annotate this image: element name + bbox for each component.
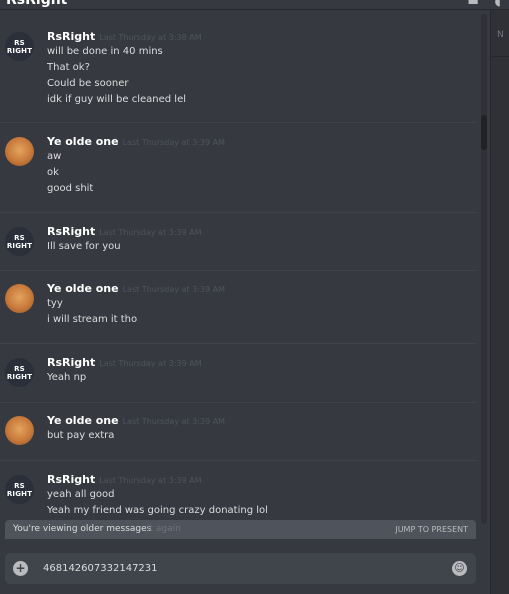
message-text: will be done in 40 mins <box>47 46 163 57</box>
message-text: tyy <box>47 298 63 309</box>
timestamp: Last Thursday at 3:39 AM <box>99 228 202 237</box>
message-group: RS RIGHT RsRight Last Thursday at 3:39 AM… <box>0 356 476 391</box>
author-name[interactable]: Ye olde one Last Thursday at 3:39 AM <box>47 414 225 428</box>
older-messages-text: You're viewing older messages <box>13 524 152 534</box>
message-text: That ok? <box>47 62 90 73</box>
ghost-text: it again <box>147 524 181 534</box>
message-divider <box>0 343 476 344</box>
message-text: i will stream it tho <box>47 314 138 325</box>
timestamp: Last Thursday at 3:39 AM <box>99 476 202 485</box>
pin-icon[interactable]: ▬ <box>468 0 479 8</box>
timestamp: Last Thursday at 3:39 AM <box>122 138 226 147</box>
author-name[interactable]: RsRight Last Thursday at 3:39 AM <box>47 473 202 487</box>
message-list[interactable]: RS RIGHT RsRight Last Thursday at 3:38 AM… <box>0 10 476 538</box>
message-input[interactable]: 468142607332147231 <box>43 562 158 575</box>
author-name[interactable]: RsRight Last Thursday at 3:39 AM <box>47 225 202 239</box>
message-group: Ye olde one Last Thursday at 3:39 AM aw o… <box>0 135 476 200</box>
message-divider <box>0 460 476 461</box>
plus-icon[interactable]: + <box>13 561 28 576</box>
message-divider <box>0 212 476 213</box>
message-text: ok <box>47 167 59 178</box>
panel-letter: N <box>497 30 504 40</box>
message-text: Yeah my friend was going crazy donating … <box>47 505 268 516</box>
message-text: good shit <box>47 183 94 194</box>
timestamp: Last Thursday at 3:39 AM <box>99 359 202 368</box>
message-text: aw <box>47 151 62 162</box>
avatar[interactable] <box>5 137 34 166</box>
message-group: Ye olde one Last Thursday at 3:39 AM but … <box>0 414 476 449</box>
message-input-box[interactable]: + 468142607332147231 ☺ <box>5 553 476 584</box>
members-icon[interactable]: ◖ <box>495 0 501 8</box>
channel-header: RsRight ▬ ◖ <box>0 0 509 10</box>
message-text: idk if guy will be cleaned lel <box>47 94 187 105</box>
message-group: Ye olde one Last Thursday at 3:39 AM tyy … <box>0 282 476 332</box>
panel-divider <box>491 56 509 57</box>
message-group: RS RIGHT RsRight Last Thursday at 3:39 AM… <box>0 225 476 260</box>
scrollbar-thumb[interactable] <box>481 115 487 150</box>
author-name[interactable]: RsRight Last Thursday at 3:38 AM <box>47 30 202 44</box>
header-icons: ▬ ◖ <box>456 0 502 8</box>
timestamp: Last Thursday at 3:39 AM <box>122 285 226 294</box>
timestamp: Last Thursday at 3:39 AM <box>122 417 226 426</box>
author-name[interactable]: Ye olde one Last Thursday at 3:39 AM <box>47 282 225 296</box>
author-name[interactable]: Ye olde one Last Thursday at 3:39 AM <box>47 135 225 149</box>
message-text: Ill save for you <box>47 241 121 252</box>
avatar[interactable] <box>5 284 34 313</box>
message-divider <box>0 122 476 123</box>
message-group: RS RIGHT RsRight Last Thursday at 3:38 AM… <box>0 30 476 110</box>
older-messages-bar: You're viewing older messages it again J… <box>5 520 476 539</box>
message-text: Yeah np <box>47 372 87 383</box>
timestamp: Last Thursday at 3:38 AM <box>99 33 202 42</box>
channel-title: RsRight <box>6 0 68 8</box>
avatar[interactable]: RS RIGHT <box>5 358 34 387</box>
message-divider <box>0 270 476 271</box>
jump-to-present-button[interactable]: JUMP TO PRESENT <box>395 525 468 535</box>
message-text: yeah all good <box>47 489 115 500</box>
author-name[interactable]: RsRight Last Thursday at 3:39 AM <box>47 356 202 370</box>
emoji-icon[interactable]: ☺ <box>452 561 467 576</box>
avatar[interactable]: RS RIGHT <box>5 475 34 504</box>
avatar[interactable] <box>5 416 34 445</box>
member-list-panel: N <box>490 10 509 594</box>
scrollbar-track[interactable] <box>481 14 487 524</box>
avatar[interactable]: RS RIGHT <box>5 227 34 256</box>
message-text: but pay extra <box>47 430 115 441</box>
message-divider <box>0 402 476 403</box>
avatar[interactable]: RS RIGHT <box>5 32 34 61</box>
message-text: Could be sooner <box>47 78 129 89</box>
